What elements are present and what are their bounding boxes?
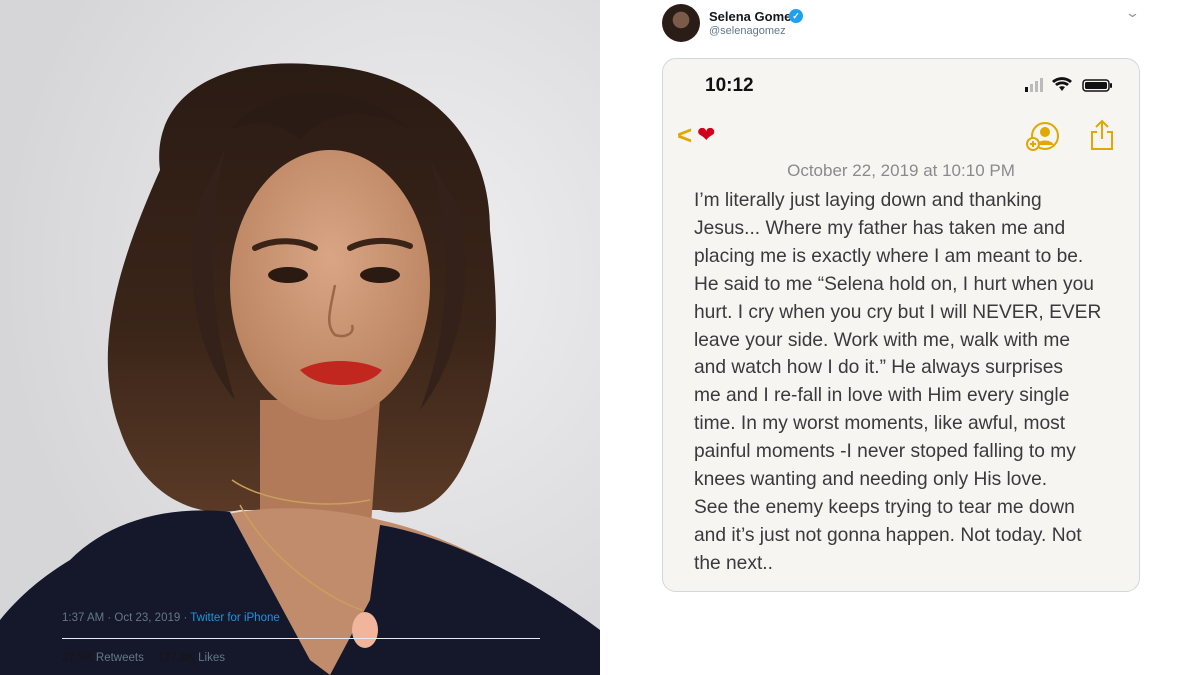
signal-icon [1025,78,1043,92]
user-handle[interactable]: @selenagomez [709,25,786,37]
wifi-icon [1052,77,1072,91]
battery-icon [1082,79,1112,92]
note-screenshot: 10:12 < ❤ October 22, 2019 at 10:10 PM I… [662,58,1140,592]
note-body-text: I’m literally just laying down and thank… [694,190,1102,574]
chevron-down-icon[interactable]: ⌄ [1125,5,1140,21]
note-date: October 22, 2019 at 10:10 PM [787,161,1015,180]
portrait-illustration [0,0,600,675]
add-person-icon[interactable] [1025,121,1059,151]
retweets-count: 37.9K [62,652,93,664]
tweet-meta: 1:37 AM · Oct 23, 2019 · Twitter for iPh… [62,612,280,624]
status-bar-icons [1025,77,1112,92]
meta-separator: · [180,612,191,624]
retweets-stat[interactable]: 37.9K Retweets [62,652,144,664]
heart-icon: ❤ [697,122,716,147]
tweet-source-link[interactable]: Twitter for iPhone [190,612,279,624]
tweet-timestamp[interactable]: 1:37 AM · Oct 23, 2019 [62,612,180,624]
tweet-stats: 37.9K Retweets 177.8K Likes [62,652,225,664]
share-icon[interactable] [1089,119,1115,151]
chevron-left-icon[interactable]: < [677,120,692,151]
divider [62,638,540,639]
verified-check-icon: ✓ [789,9,803,23]
display-name[interactable]: Selena Gomez [709,9,798,24]
likes-label: Likes [198,652,225,664]
avatar[interactable] [662,4,700,42]
likes-count: 177.8K [157,652,195,664]
retweets-label: Retweets [95,652,144,664]
status-bar-time: 10:12 [705,75,754,96]
portrait-photo [0,0,600,675]
likes-stat[interactable]: 177.8K Likes [158,652,225,664]
